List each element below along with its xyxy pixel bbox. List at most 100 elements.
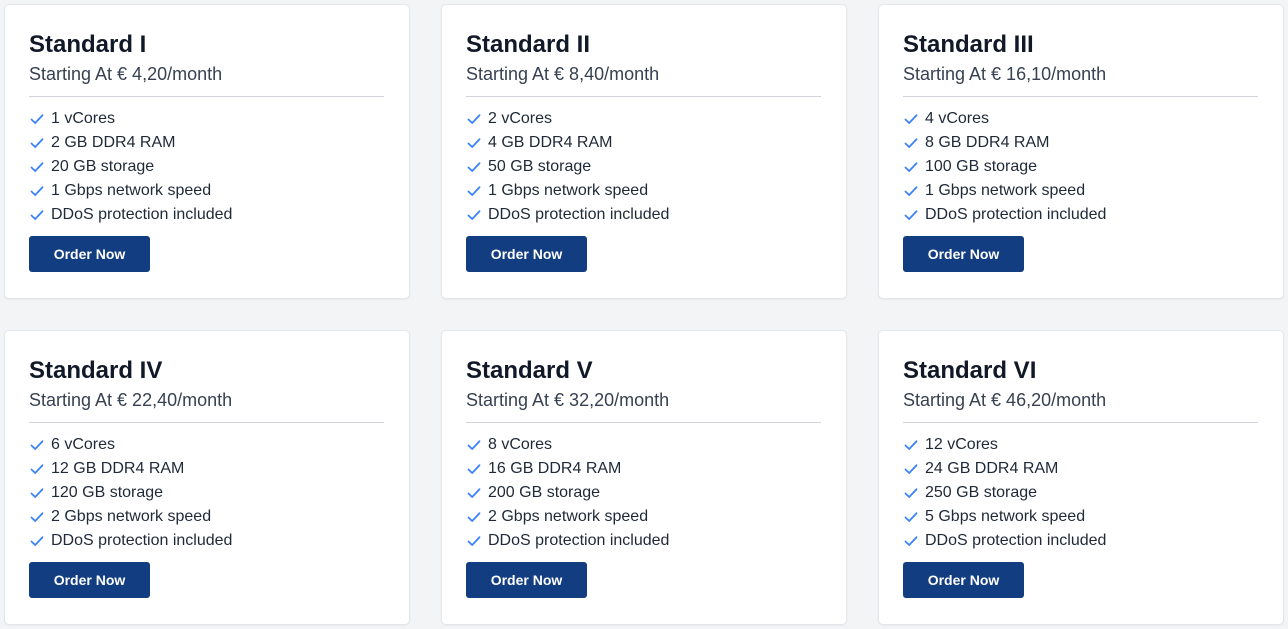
- feature-label: DDoS protection included: [488, 532, 670, 549]
- divider: [466, 96, 821, 97]
- feature-item: 4 GB DDR4 RAM: [466, 131, 822, 155]
- order-now-button[interactable]: Order Now: [29, 236, 150, 272]
- plan-price: Starting At € 16,10/month: [903, 64, 1107, 84]
- plan-card-standard-iv: Standard IV Starting At € 22,40/month 6 …: [5, 331, 409, 624]
- check-icon: [466, 533, 482, 549]
- feature-label: 2 Gbps network speed: [51, 508, 212, 525]
- check-icon: [29, 509, 45, 525]
- check-icon: [29, 183, 45, 199]
- feature-list: 1 vCores 2 GB DDR4 RAM 20 GB storage 1 G…: [29, 107, 385, 227]
- plan-price: Starting At € 22,40/month: [29, 390, 233, 410]
- feature-item: 2 GB DDR4 RAM: [29, 131, 385, 155]
- check-icon: [903, 437, 919, 453]
- feature-item: DDoS protection included: [466, 203, 822, 227]
- check-icon: [29, 533, 45, 549]
- check-icon: [466, 159, 482, 175]
- plan-price: Starting At € 4,20/month: [29, 64, 223, 84]
- check-icon: [903, 533, 919, 549]
- check-icon: [29, 207, 45, 223]
- plan-price: Starting At € 8,40/month: [466, 64, 660, 84]
- order-now-button[interactable]: Order Now: [466, 236, 587, 272]
- feature-label: 8 vCores: [488, 436, 553, 453]
- order-now-button[interactable]: Order Now: [466, 562, 587, 598]
- check-icon: [903, 485, 919, 501]
- plan-name: Standard VI: [903, 357, 1037, 384]
- feature-item: 1 vCores: [29, 107, 385, 131]
- feature-list: 2 vCores 4 GB DDR4 RAM 50 GB storage 1 G…: [466, 107, 822, 227]
- feature-item: 2 Gbps network speed: [466, 505, 822, 529]
- plan-card-standard-ii: Standard II Starting At € 8,40/month 2 v…: [442, 5, 846, 298]
- feature-item: 2 vCores: [466, 107, 822, 131]
- check-icon: [903, 207, 919, 223]
- feature-label: 12 GB DDR4 RAM: [51, 460, 185, 477]
- check-icon: [903, 183, 919, 199]
- feature-label: 1 Gbps network speed: [51, 182, 212, 199]
- feature-label: 4 GB DDR4 RAM: [488, 134, 613, 151]
- check-icon: [29, 135, 45, 151]
- feature-label: 1 Gbps network speed: [488, 182, 649, 199]
- plan-price: Starting At € 32,20/month: [466, 390, 670, 410]
- feature-list: 8 vCores 16 GB DDR4 RAM 200 GB storage 2…: [466, 433, 822, 553]
- feature-label: 8 GB DDR4 RAM: [925, 134, 1050, 151]
- divider: [903, 96, 1258, 97]
- check-icon: [903, 159, 919, 175]
- order-now-button[interactable]: Order Now: [29, 562, 150, 598]
- plan-name: Standard IV: [29, 357, 163, 384]
- feature-label: 2 GB DDR4 RAM: [51, 134, 176, 151]
- feature-item: DDoS protection included: [466, 529, 822, 553]
- check-icon: [903, 111, 919, 127]
- divider: [29, 422, 384, 423]
- plan-name: Standard I: [29, 31, 147, 58]
- plan-card-standard-i: Standard I Starting At € 4,20/month 1 vC…: [5, 5, 409, 298]
- feature-item: DDoS protection included: [29, 203, 385, 227]
- order-now-button[interactable]: Order Now: [903, 236, 1024, 272]
- feature-label: 5 Gbps network speed: [925, 508, 1086, 525]
- feature-label: 100 GB storage: [925, 158, 1038, 175]
- check-icon: [29, 437, 45, 453]
- check-icon: [466, 111, 482, 127]
- feature-item: 1 Gbps network speed: [903, 179, 1259, 203]
- pricing-grid: Standard I Starting At € 4,20/month 1 vC…: [0, 0, 1288, 629]
- feature-label: 4 vCores: [925, 110, 990, 127]
- plan-card-standard-v: Standard V Starting At € 32,20/month 8 v…: [442, 331, 846, 624]
- check-icon: [29, 111, 45, 127]
- feature-item: 1 Gbps network speed: [29, 179, 385, 203]
- check-icon: [466, 183, 482, 199]
- feature-label: DDoS protection included: [925, 532, 1107, 549]
- feature-label: 50 GB storage: [488, 158, 592, 175]
- feature-label: 12 vCores: [925, 436, 998, 453]
- plan-card-standard-vi: Standard VI Starting At € 46,20/month 12…: [879, 331, 1283, 624]
- check-icon: [466, 485, 482, 501]
- check-icon: [466, 437, 482, 453]
- check-icon: [29, 485, 45, 501]
- feature-label: 1 Gbps network speed: [925, 182, 1086, 199]
- feature-label: 200 GB storage: [488, 484, 601, 501]
- feature-label: 16 GB DDR4 RAM: [488, 460, 622, 477]
- plan-card-standard-iii: Standard III Starting At € 16,10/month 4…: [879, 5, 1283, 298]
- check-icon: [466, 461, 482, 477]
- feature-label: 250 GB storage: [925, 484, 1038, 501]
- feature-list: 12 vCores 24 GB DDR4 RAM 250 GB storage …: [903, 433, 1259, 553]
- feature-label: 20 GB storage: [51, 158, 155, 175]
- feature-item: 8 vCores: [466, 433, 822, 457]
- feature-item: 4 vCores: [903, 107, 1259, 131]
- feature-item: 50 GB storage: [466, 155, 822, 179]
- check-icon: [466, 509, 482, 525]
- check-icon: [29, 159, 45, 175]
- feature-item: 200 GB storage: [466, 481, 822, 505]
- order-now-button[interactable]: Order Now: [903, 562, 1024, 598]
- feature-label: 2 vCores: [488, 110, 553, 127]
- feature-label: DDoS protection included: [488, 206, 670, 223]
- feature-label: 120 GB storage: [51, 484, 164, 501]
- feature-item: 24 GB DDR4 RAM: [903, 457, 1259, 481]
- feature-label: DDoS protection included: [51, 206, 233, 223]
- feature-item: 6 vCores: [29, 433, 385, 457]
- feature-item: 100 GB storage: [903, 155, 1259, 179]
- feature-label: 24 GB DDR4 RAM: [925, 460, 1059, 477]
- feature-item: DDoS protection included: [29, 529, 385, 553]
- feature-list: 6 vCores 12 GB DDR4 RAM 120 GB storage 2…: [29, 433, 385, 553]
- feature-label: 2 Gbps network speed: [488, 508, 649, 525]
- feature-item: 20 GB storage: [29, 155, 385, 179]
- check-icon: [903, 135, 919, 151]
- plan-name: Standard III: [903, 31, 1034, 58]
